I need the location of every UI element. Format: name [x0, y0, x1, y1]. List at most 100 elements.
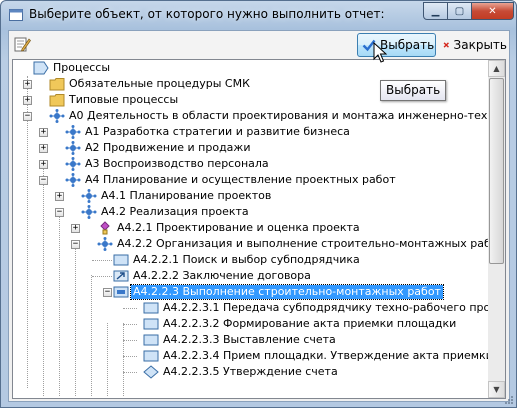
tree-item[interactable]: А2 Продвижение и продажи [65, 140, 252, 156]
expand-toggle[interactable]: + [39, 160, 48, 169]
close-icon: ✕ [488, 5, 497, 17]
tree-guide-line [91, 275, 92, 396]
tooltip: Выбрать [380, 80, 447, 101]
contract-arrow-icon [113, 270, 129, 282]
dialog-window: Выберите объект, от которого нужно выпол… [0, 0, 517, 408]
tree-connector [123, 356, 137, 357]
tree-connector [123, 372, 137, 373]
process-network-icon [49, 109, 65, 123]
tree-item[interactable]: А4.2.2.3.5 Утверждение счета [143, 364, 340, 380]
tree-guide-line [43, 164, 44, 396]
expand-toggle[interactable]: + [71, 224, 80, 233]
tree-item[interactable]: А4.2.2.1 Поиск и выбор субподрядчика [113, 252, 362, 268]
decision-diamond-icon [143, 365, 159, 379]
window-title: Выберите объект, от которого нужно выпол… [29, 7, 385, 21]
tree-connector [92, 276, 112, 277]
process-tree[interactable]: Процессы + Обязательные процедуры СМК + … [12, 59, 506, 399]
tree-item[interactable]: А4.2.2.3.2 Формирование акта приемки пло… [143, 316, 458, 332]
tree-item-label: А4 Планирование и осуществление проектны… [85, 173, 396, 186]
tree-item-label: А4.2.2.1 Поиск и выбор субподрядчика [133, 253, 360, 266]
tree-item-label: Обязательные процедуры СМК [69, 77, 250, 90]
subprocess-icon [113, 286, 129, 298]
process-network-icon [97, 237, 113, 251]
collapse-toggle[interactable]: − [23, 112, 32, 121]
folder-icon [49, 78, 65, 91]
tree-item[interactable]: А4.1 Планирование проектов [81, 188, 273, 204]
tree-item-label: А4.2.2.3.3 Выставление счета [163, 333, 336, 346]
toolbar: Выбрать Закрыть [9, 31, 509, 59]
vertical-scrollbar[interactable]: ▲ ▼ [488, 60, 505, 398]
process-network-icon [65, 173, 81, 187]
folder-icon [49, 94, 65, 107]
tree-guide-line [123, 323, 124, 396]
tree-item[interactable]: А0 Деятельность в области проектирования… [49, 108, 505, 124]
select-button[interactable]: Выбрать [357, 33, 436, 57]
scroll-thumb[interactable] [489, 78, 504, 264]
tree-item[interactable]: А4 Планирование и осуществление проектны… [65, 172, 398, 188]
tree-item[interactable]: А1 Разработка стратегии и развитие бизне… [65, 124, 352, 140]
tree-item[interactable]: А4.2.2.3.3 Выставление счета [143, 332, 338, 348]
tree-guide-line [27, 76, 28, 388]
process-network-icon [65, 157, 81, 171]
tree-connector [92, 260, 112, 261]
tree-item[interactable]: Обязательные процедуры СМК [49, 76, 252, 92]
minimize-button[interactable]: ▁ [423, 2, 448, 20]
tree-item[interactable]: А4.2.2.3.1 Передача субподрядчику техно-… [143, 300, 506, 316]
expand-toggle[interactable]: + [23, 96, 32, 105]
function-box-icon [143, 350, 159, 362]
tree-item-label: А3 Воспроизводство персонала [85, 157, 269, 170]
expand-toggle[interactable]: + [23, 80, 32, 89]
tree-item-label: А4.2.2.2 Заключение договора [133, 269, 311, 282]
close-window-button[interactable]: ✕ [471, 2, 514, 20]
collapse-toggle[interactable]: − [71, 240, 80, 249]
tree-item[interactable]: А4.2.2.3.4 Прием площадки. Утверждение а… [143, 348, 506, 364]
tree-item[interactable]: А3 Воспроизводство персонала [65, 156, 271, 172]
tree-item[interactable]: А4.2.2.2 Заключение договора [113, 268, 313, 284]
collapse-toggle[interactable]: − [39, 176, 48, 185]
tree-item-label: А4.1 Планирование проектов [101, 189, 272, 202]
tree-item-label: А4.2.2.3.4 Прием площадки. Утверждение а… [163, 349, 506, 362]
tree-item-label: Типовые процессы [69, 93, 179, 106]
collapse-toggle[interactable]: − [103, 288, 112, 297]
tree-item[interactable]: Типовые процессы [49, 92, 180, 108]
tree-item-label: А4.2.2 Организация и выполнение строител… [117, 237, 504, 250]
scroll-down-button[interactable]: ▼ [488, 381, 505, 398]
function-box-icon [143, 302, 159, 314]
close-button[interactable]: Закрыть [439, 33, 507, 57]
tree-item[interactable]: Процессы [33, 60, 112, 76]
maximize-button[interactable]: ▢ [447, 2, 472, 20]
resize-grip-icon[interactable] [504, 395, 514, 405]
tree-item-label: А2 Продвижение и продажи [85, 141, 251, 154]
tree-item[interactable]: А4.2.1 Проектирование и оценка проекта [97, 220, 362, 236]
tree-item-label: А4.2.2.3 Выполнение строительно-монтажны… [130, 284, 444, 300]
tree-item-label: А1 Разработка стратегии и развитие бизне… [85, 125, 350, 138]
tree-item[interactable]: А4.2 Реализация проекта [81, 204, 251, 220]
function-box-icon [113, 254, 129, 266]
processes-root-icon [33, 61, 49, 75]
expand-toggle[interactable]: + [39, 144, 48, 153]
expand-toggle[interactable]: + [39, 128, 48, 137]
collapse-toggle[interactable]: − [55, 208, 64, 217]
red-x-icon [443, 42, 449, 48]
scroll-up-button[interactable]: ▲ [488, 60, 505, 77]
edit-icon[interactable] [13, 35, 31, 53]
process-network-icon [65, 125, 81, 139]
tree-item-label: А4.2.1 Проектирование и оценка проекта [117, 221, 360, 234]
tree-item-label: А4.2.2.3.1 Передача субподрядчику техно-… [163, 301, 506, 314]
function-box-icon [143, 334, 159, 346]
tree-connector [123, 340, 137, 341]
tree-connector [123, 324, 137, 325]
minimize-icon: ▁ [431, 5, 440, 17]
expand-toggle[interactable]: + [55, 192, 64, 201]
process-network-icon [81, 189, 97, 203]
tree-connector [123, 308, 137, 309]
window-icon [9, 9, 23, 21]
tree-item-label: Процессы [53, 61, 111, 74]
tree-item-selected[interactable]: А4.2.2.3 Выполнение строительно-монтажны… [113, 284, 444, 300]
tree-item[interactable]: А4.2.2 Организация и выполнение строител… [97, 236, 505, 252]
tree-item-label: А4.2.2.3.5 Утверждение счета [163, 365, 338, 378]
maximize-icon: ▢ [454, 5, 465, 17]
tree-item-label: А4.2.2.3.2 Формирование акта приемки пло… [163, 317, 457, 330]
decision-node-icon [100, 221, 110, 235]
tree-guide-line [59, 211, 60, 396]
